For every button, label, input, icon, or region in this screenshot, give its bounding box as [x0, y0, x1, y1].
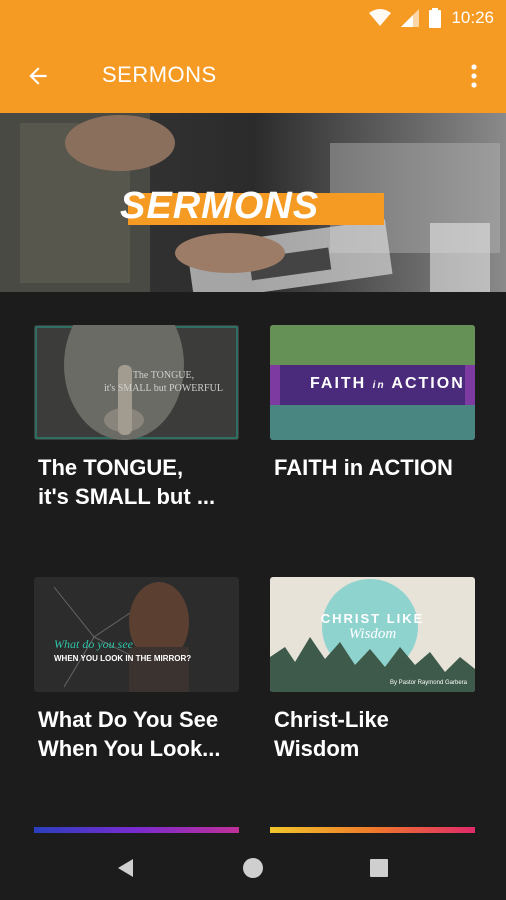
more-vert-icon — [471, 64, 477, 88]
arrow-back-icon — [29, 67, 47, 85]
signal-icon — [401, 9, 420, 27]
thumb-caption: FAITH in ACTION — [310, 375, 465, 393]
thumb-caption: What do you see WHEN YOU LOOK IN THE MIR… — [54, 637, 191, 663]
thumb-text-line: What do you see — [54, 637, 133, 651]
sermon-thumbnail: The TONGUE, it's SMALL but POWERFUL — [34, 325, 239, 440]
sermon-card-partial[interactable] — [270, 827, 475, 833]
sermon-thumbnail: FAITH in ACTION — [270, 325, 475, 440]
battery-icon — [429, 8, 442, 28]
nav-back-button[interactable] — [108, 850, 144, 886]
thumb-text-line: The TONGUE, — [132, 370, 195, 381]
nav-home-button[interactable] — [235, 850, 271, 886]
thumb-text-line: FAITH — [310, 375, 367, 392]
thumb-text-line: in — [372, 380, 386, 391]
thumb-text-line: ACTION — [391, 375, 465, 392]
thumb-text-line: By Pastor Raymond Garbera — [389, 680, 467, 686]
wifi-icon — [369, 9, 392, 26]
system-nav-bar — [0, 836, 506, 900]
sermon-title: What Do You See When You Look... — [38, 707, 221, 761]
nav-recents-button[interactable] — [361, 850, 397, 886]
sermon-thumbnail: CHRIST LIKE Wisdom By Pastor Raymond Gar… — [270, 577, 475, 692]
thumb-caption: CHRIST LIKE Wisdom — [270, 611, 475, 643]
recents-square-icon — [370, 859, 388, 877]
sermon-card-partial[interactable] — [34, 827, 239, 833]
thumb-caption: The TONGUE, it's SMALL but POWERFUL — [104, 369, 223, 395]
hero-banner: SERMONS — [0, 113, 506, 292]
back-button[interactable] — [20, 58, 56, 94]
sermon-title: FAITH in ACTION — [274, 455, 453, 480]
status-icons: 10:26 — [369, 6, 494, 30]
thumb-text-line: WHEN YOU LOOK IN THE MIRROR? — [54, 654, 192, 663]
page-title: SERMONS — [102, 62, 217, 87]
back-triangle-icon — [118, 859, 133, 877]
thumb-text-line: CHRIST LIKE — [320, 611, 425, 626]
home-circle-icon — [243, 858, 263, 878]
thumb-text-line: Wisdom — [348, 626, 397, 642]
thumb-text-line: it's SMALL but POWERFUL — [104, 383, 223, 394]
sermon-thumbnail: What do you see WHEN YOU LOOK IN THE MIR… — [34, 577, 239, 692]
sermon-title: Christ-Like Wisdom — [274, 707, 389, 761]
sermon-title: The TONGUE, it's SMALL but ... — [38, 455, 216, 509]
overflow-menu-button[interactable] — [456, 56, 492, 96]
hero-title: SERMONS — [120, 185, 320, 227]
status-bar: 10:26 — [0, 0, 506, 36]
status-time: 10:26 — [451, 8, 494, 27]
app-bar: SERMONS — [0, 36, 506, 113]
hero-title-block: SERMONS — [120, 185, 384, 228]
